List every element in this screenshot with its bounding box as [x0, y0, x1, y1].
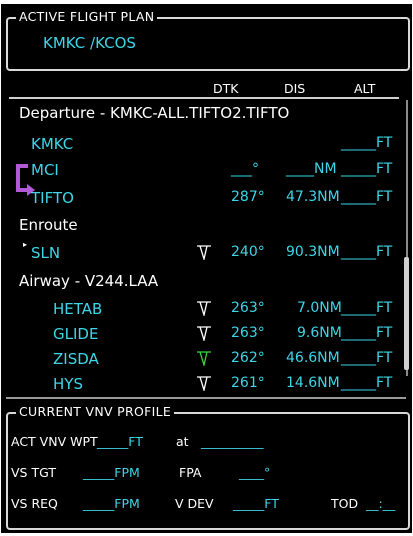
waypoint-alt[interactable]: _____FT: [341, 375, 392, 391]
waypoint-name[interactable]: TIFTO: [31, 189, 74, 207]
waypoint-name[interactable]: HYS: [53, 375, 83, 393]
column-dis: DIS: [284, 81, 306, 96]
fpa-value: ____°: [239, 465, 271, 480]
enroute-header[interactable]: Enroute: [19, 216, 78, 234]
waypoint-alt[interactable]: _____FT: [341, 161, 392, 177]
plan-bottom-divider: [6, 397, 406, 399]
departure-header[interactable]: Departure - KMKC-ALL.TIFTO2.TIFTO: [19, 104, 289, 122]
act-vnv-wpt-value: _____FT: [97, 434, 143, 449]
tod-value: __:__: [366, 496, 396, 511]
vs-tgt-value: _____FPM: [83, 465, 140, 480]
waypoint-alt[interactable]: _____FT: [341, 300, 392, 316]
fpa-label: FPA: [179, 465, 202, 480]
waypoint-dis: 90.3NM: [286, 244, 340, 260]
waypoint-dtk: 261°: [231, 375, 265, 391]
column-alt: ALT: [354, 81, 376, 96]
act-vnv-wpt-label: ACT VNV WPT: [11, 434, 98, 449]
vnv-profile-icon: [197, 301, 211, 316]
vs-tgt-label: VS TGT: [11, 465, 56, 480]
waypoint-dis: 47.3NM: [286, 189, 340, 205]
vnv-profile-icon: [197, 326, 211, 341]
vnv-profile-icon: [197, 376, 211, 391]
waypoint-name[interactable]: GLIDE: [53, 325, 98, 343]
waypoint-alt[interactable]: _____FT: [341, 189, 392, 205]
route-label[interactable]: KMKC /KCOS: [43, 34, 136, 52]
waypoint-dtk: 263°: [231, 300, 265, 316]
waypoint-dis: ____NM: [286, 161, 337, 177]
vs-req-label: VS REQ: [11, 496, 58, 511]
waypoint-dtk: 287°: [231, 189, 265, 205]
vnv-profile-active-icon: [197, 351, 211, 366]
g1000-screen: ACTIVE FLIGHT PLAN KMKC /KCOS DTK DIS AL…: [1, 4, 412, 533]
leg-marker-icon: ▸: [23, 240, 28, 249]
scrollbar-thumb[interactable]: [404, 257, 409, 370]
waypoint-dtk: 240°: [231, 244, 265, 260]
waypoint-dtk: 263°: [231, 325, 265, 341]
waypoint-dis: 46.6NM: [286, 350, 340, 366]
vnv-profile-box: [6, 412, 410, 530]
at-waypoint-value: __________: [201, 434, 264, 449]
waypoint-alt[interactable]: _____FT: [341, 244, 392, 260]
flight-plan-title: ACTIVE FLIGHT PLAN: [16, 9, 158, 24]
waypoint-alt[interactable]: _____FT: [341, 350, 392, 366]
waypoint-dis: 14.6NM: [286, 375, 340, 391]
waypoint-name[interactable]: SLN: [31, 244, 60, 262]
column-dtk: DTK: [213, 81, 239, 96]
waypoint-dis: 7.0NM: [297, 300, 342, 316]
airway-header[interactable]: Airway - V244.LAA: [19, 272, 158, 290]
vs-req-value: _____FPM: [83, 496, 140, 511]
v-dev-label: V DEV: [175, 496, 214, 511]
waypoint-alt[interactable]: _____FT: [341, 325, 392, 341]
vnv-profile-icon: [197, 245, 211, 260]
waypoint-name[interactable]: HETAB: [53, 300, 102, 318]
waypoint-name[interactable]: ZISDA: [53, 350, 99, 368]
waypoint-dtk: ___°: [231, 161, 259, 177]
v-dev-value: _____FT: [233, 496, 279, 511]
header-divider: [9, 97, 399, 99]
waypoint-dis: 9.6NM: [297, 325, 342, 341]
waypoint-name[interactable]: KMKC: [31, 135, 73, 153]
tod-label: TOD: [331, 496, 359, 511]
waypoint-alt[interactable]: _____FT: [341, 135, 392, 151]
vnv-profile-title: CURRENT VNV PROFILE: [16, 404, 175, 419]
waypoint-dtk: 262°: [231, 350, 265, 366]
at-label: at: [176, 434, 189, 449]
